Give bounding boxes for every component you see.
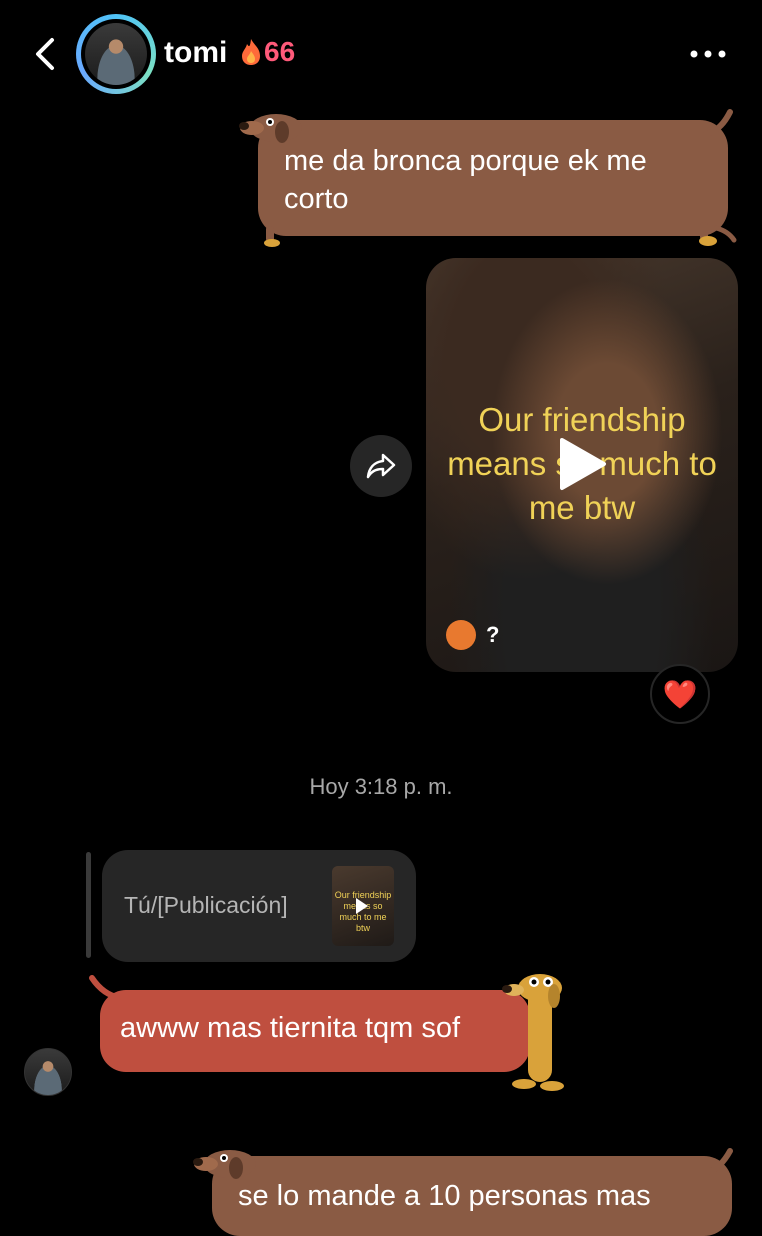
shared-reel-card[interactable]: Our friendship means so much to me btw ? — [426, 258, 738, 672]
streak-badge: 66 — [240, 36, 295, 68]
message-timestamp: Hoy 3:18 p. m. — [309, 774, 453, 799]
dachshund-tail-icon — [705, 1148, 733, 1175]
replied-post-preview[interactable]: Tú/[Publicación] Our friendship means so… — [102, 850, 416, 962]
more-options-button[interactable] — [686, 40, 730, 68]
play-icon[interactable] — [556, 436, 608, 492]
back-button[interactable] — [28, 36, 64, 72]
chevron-left-icon — [36, 38, 54, 70]
dachshund-head-icon — [239, 114, 302, 143]
dachshund-back-legs-icon — [699, 222, 737, 246]
share-button[interactable] — [350, 435, 412, 497]
share-arrow-icon — [366, 453, 396, 479]
profile-avatar[interactable] — [76, 14, 156, 94]
dachshund-head-icon — [193, 1150, 256, 1179]
fire-icon — [242, 39, 260, 65]
heart-reaction-badge[interactable]: ❤️ — [650, 664, 710, 724]
dachshund-standing-icon — [502, 974, 564, 1091]
sent-message-bubble[interactable]: se lo mande a 10 personas mas — [212, 1156, 732, 1236]
sent-message-bubble[interactable]: me da bronca porque ek me corto — [258, 120, 728, 236]
sender-avatar[interactable] — [24, 1048, 72, 1096]
reel-author-label: ? — [486, 622, 500, 647]
received-message-bubble[interactable]: awww mas tiernita tqm sof — [100, 990, 530, 1072]
reply-quote-label: Tú/[Publicación] — [124, 892, 288, 918]
dachshund-tail-icon — [703, 109, 733, 137]
reply-post-thumbnail: Our friendship means so much to me btw — [332, 866, 394, 946]
reel-author-avatar — [446, 620, 476, 650]
streak-count: 66 — [264, 36, 296, 67]
more-horizontal-icon — [690, 50, 726, 58]
chat-username[interactable]: tomi — [164, 36, 227, 70]
reply-indicator-bar — [86, 852, 91, 958]
avatar-image — [85, 23, 147, 85]
thumbnail-play-icon — [356, 898, 368, 914]
dachshund-front-legs-icon — [264, 226, 280, 247]
